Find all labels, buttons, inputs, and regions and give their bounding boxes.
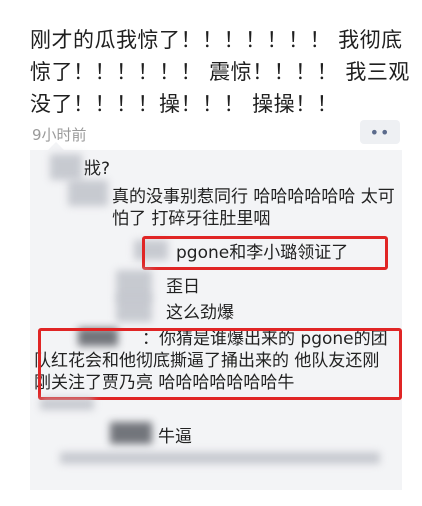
comment-text: 真的没事别惹同行 哈哈哈哈哈哈 太可怕了 打碎牙往肚里咽 [112,187,395,229]
comment-text: 歪日 [166,277,200,297]
avatar [68,180,108,206]
avatar [110,422,152,444]
comment-text: 戕? [84,159,111,179]
comment-section-arrow [48,142,64,150]
post-body-text: 刚才的瓜我惊了！！！！！！！ 我彻底惊了！！！！！！ 震惊！！！！ 我三观没了！… [30,28,410,116]
blurred-text [40,398,94,410]
avatar [116,296,152,322]
highlight-box [38,328,402,400]
highlight-box [142,236,388,270]
comment-text: 牛逼 [158,427,192,447]
blurred-text [60,452,380,464]
comment-section: 戕? 真的没事别惹同行 哈哈哈哈哈哈 太可怕了 打碎牙往肚里咽 pgone和李小… [30,150,402,490]
comment-text: 这么劲爆 [166,303,234,323]
avatar [50,154,82,180]
more-options-button[interactable]: •• [360,120,400,144]
